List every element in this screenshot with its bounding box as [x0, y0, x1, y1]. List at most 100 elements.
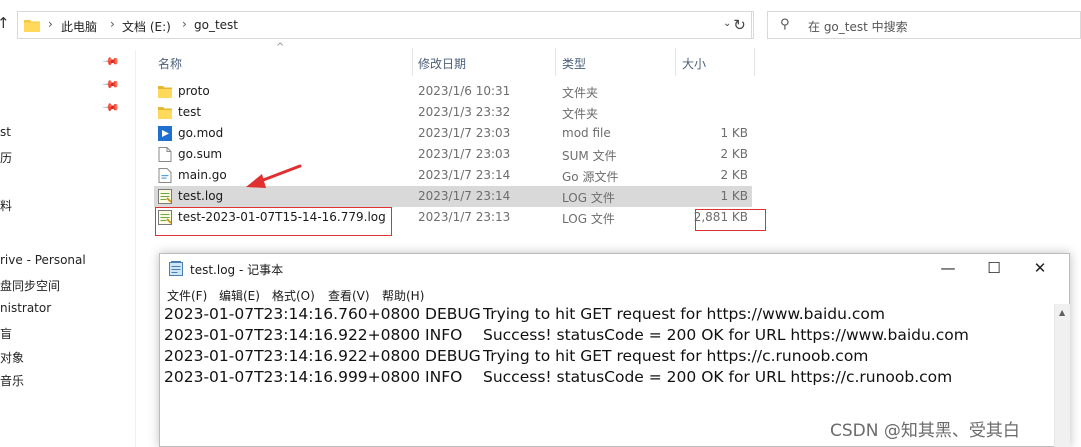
file-name: test.log: [178, 189, 224, 203]
breadcrumb-drive[interactable]: 文档 (E:): [122, 18, 171, 35]
vertical-scrollbar[interactable]: ▲: [1054, 304, 1070, 447]
nav-item[interactable]: 盲: [0, 325, 12, 342]
column-separator[interactable]: [675, 48, 676, 76]
maximize-icon: ☐: [987, 259, 1001, 277]
log-timestamp: 2023-01-07T23:14:16.999+0800: [164, 368, 421, 386]
explorer-address-bar: ↑ › 此电脑 › 文档 (E:) › go_test ⌄ ↻ ⚲ 在 go_t…: [0, 0, 1081, 50]
nav-item-user[interactable]: nistrator: [0, 301, 51, 315]
file-type: LOG 文件: [562, 212, 615, 226]
log-level: INFO: [425, 368, 463, 386]
folder-icon: [158, 86, 172, 98]
file-name: proto: [178, 84, 210, 98]
file-type: SUM 文件: [562, 149, 617, 163]
log-message: Trying to hit GET request for https://ww…: [483, 305, 885, 323]
notepad-title: test.log - 记事本: [190, 263, 284, 277]
folder-icon: [158, 107, 172, 119]
minimize-button[interactable]: —: [925, 254, 971, 284]
log-line: 2023-01-07T23:14:16.999+0800 INFO Success…: [164, 368, 952, 386]
file-size: 1 KB: [720, 126, 748, 140]
file-type: mod file: [562, 126, 611, 140]
notepad-title-bar[interactable]: test.log - 记事本 — ☐ ✕: [160, 254, 1069, 284]
log-message: Success! statusCode = 200 OK for URL htt…: [483, 368, 953, 386]
file-date: 2023/1/3 23:32: [418, 105, 511, 119]
refresh-icon: ↻: [733, 16, 746, 34]
nav-item[interactable]: 历: [0, 149, 12, 166]
column-separator[interactable]: [555, 48, 556, 76]
breadcrumb-folder[interactable]: go_test: [194, 18, 238, 32]
menu-format[interactable]: 格式(O): [272, 287, 315, 304]
search-placeholder: 在 go_test 中搜索: [808, 20, 908, 34]
log-timestamp: 2023-01-07T23:14:16.922+0800: [164, 347, 421, 365]
file-row[interactable]: go.mod 2023/1/7 23:03 mod file 1 KB: [154, 123, 752, 144]
menu-file[interactable]: 文件(F): [167, 287, 207, 304]
file-icon: [158, 147, 172, 162]
file-name: main.go: [178, 168, 227, 182]
breadcrumb-this-pc[interactable]: 此电脑: [61, 18, 97, 35]
nav-item-3d-objects[interactable]: 对象: [0, 349, 24, 366]
file-type: LOG 文件: [562, 191, 615, 205]
annotation-arrow-icon: [246, 164, 302, 188]
scroll-up-icon[interactable]: ▲: [1059, 308, 1065, 317]
breadcrumb-chevron-icon: ›: [110, 17, 115, 31]
file-date: 2023/1/7 23:13: [418, 210, 511, 224]
pin-icon[interactable]: 📌: [101, 52, 120, 71]
maximize-button[interactable]: ☐: [971, 254, 1017, 284]
breadcrumb-chevron-icon: ›: [182, 17, 187, 31]
pin-icon[interactable]: 📌: [101, 98, 120, 117]
file-type: Go 源文件: [562, 170, 619, 184]
column-header-type[interactable]: 类型: [562, 55, 586, 72]
nav-item-onedrive[interactable]: rive - Personal: [0, 253, 86, 267]
mod-file-icon: [158, 126, 172, 141]
file-row[interactable]: proto 2023/1/6 10:31 文件夹: [154, 81, 752, 102]
column-header-size[interactable]: 大小: [682, 55, 706, 72]
file-row[interactable]: test 2023/1/3 23:32 文件夹: [154, 102, 752, 123]
file-size: 2 KB: [720, 168, 748, 182]
file-date: 2023/1/7 23:14: [418, 189, 511, 203]
close-button[interactable]: ✕: [1017, 254, 1063, 284]
notepad-menu-bar: 文件(F) 编辑(E) 格式(O) 查看(V) 帮助(H): [160, 284, 1069, 304]
go-file-icon: [158, 168, 172, 183]
log-level: DEBUG: [425, 305, 481, 323]
file-size: 1 KB: [720, 189, 748, 203]
file-size: 2 KB: [720, 147, 748, 161]
address-field[interactable]: › 此电脑 › 文档 (E:) › go_test ⌄: [17, 11, 752, 39]
nav-item-music[interactable]: 音乐: [0, 372, 24, 389]
column-header-name[interactable]: 名称: [158, 55, 182, 72]
up-arrow-icon[interactable]: ↑: [0, 14, 10, 32]
nav-item[interactable]: 料: [0, 197, 12, 214]
column-separator[interactable]: [412, 48, 413, 76]
menu-help[interactable]: 帮助(H): [382, 287, 424, 304]
close-icon: ✕: [1033, 259, 1047, 277]
file-date: 2023/1/7 23:03: [418, 147, 511, 161]
file-type: 文件夹: [562, 86, 599, 100]
file-name: go.sum: [178, 147, 223, 161]
pin-icon[interactable]: 📌: [101, 75, 120, 94]
nav-item[interactable]: 盘同步空间: [0, 277, 60, 294]
file-name: test: [178, 105, 202, 119]
file-date: 2023/1/7 23:03: [418, 126, 511, 140]
log-level: INFO: [425, 326, 463, 344]
search-box[interactable]: ⚲ 在 go_test 中搜索: [767, 11, 1081, 39]
menu-edit[interactable]: 编辑(E): [219, 287, 260, 304]
refresh-button[interactable]: ↻: [726, 11, 754, 39]
file-date: 2023/1/7 23:14: [418, 168, 511, 182]
column-header-date[interactable]: 修改日期: [418, 55, 466, 72]
column-separator[interactable]: [754, 48, 755, 76]
navigation-pane: 📌 📌 📌 st 历 料 rive - Personal 盘同步空间 nistr…: [0, 50, 135, 447]
annotation-box-filename: [155, 207, 392, 236]
file-name: go.mod: [178, 126, 224, 140]
breadcrumb-chevron-icon: ›: [48, 17, 53, 31]
log-timestamp: 2023-01-07T23:14:16.760+0800: [164, 305, 421, 323]
log-message: Success! statusCode = 200 OK for URL htt…: [483, 326, 969, 344]
log-level: DEBUG: [425, 347, 481, 365]
menu-view[interactable]: 查看(V): [328, 287, 370, 304]
pane-divider[interactable]: [135, 50, 136, 447]
log-file-icon: [158, 189, 172, 204]
file-date: 2023/1/6 10:31: [418, 84, 511, 98]
log-line: 2023-01-07T23:14:16.760+0800 DEBUG Trying…: [164, 305, 885, 323]
folder-icon: [24, 20, 40, 32]
log-line: 2023-01-07T23:14:16.922+0800 DEBUG Trying…: [164, 347, 868, 365]
watermark: CSDN @知其黑、受其白: [830, 421, 1020, 441]
nav-item[interactable]: st: [0, 125, 11, 139]
annotation-box-size: [695, 209, 766, 231]
